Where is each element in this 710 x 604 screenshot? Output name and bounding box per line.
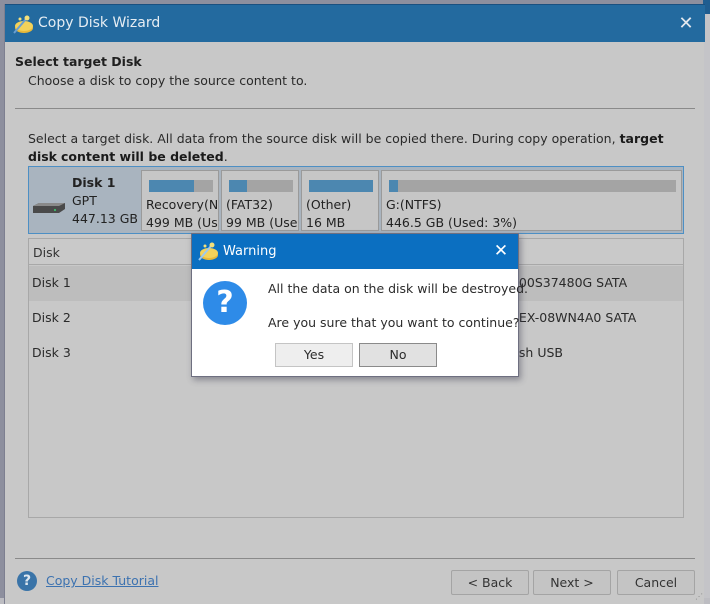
back-button[interactable]: < Back [451, 570, 529, 595]
warning-message: All the data on the disk will be destroy… [268, 281, 529, 296]
disk-size: 447.13 GB [72, 211, 138, 226]
background-window-edge [703, 0, 710, 604]
partition-block[interactable]: G:(NTFS) 446.5 GB (Used: 3%) [381, 170, 682, 231]
step-title: Select target Disk [15, 54, 142, 69]
column-header-disk[interactable]: Disk [33, 245, 60, 260]
cell-model: ...EX-08WN4A0 SATA [507, 310, 637, 325]
partition-name: G:(NTFS) [386, 197, 442, 212]
wizard-titlebar[interactable]: Copy Disk Wizard ✕ [5, 4, 705, 42]
no-button[interactable]: No [359, 343, 437, 367]
resize-grip-icon[interactable]: ⋰ [695, 592, 705, 602]
partition-name: (Other) [306, 197, 352, 212]
partition-usage-bar [389, 180, 676, 192]
copy-disk-tutorial-link[interactable]: Copy Disk Tutorial [46, 573, 158, 588]
divider [15, 108, 695, 109]
partition-detail: 16 MB [306, 215, 346, 230]
partition-usage-fill [229, 180, 247, 192]
cell-disk: Disk 3 [32, 345, 71, 360]
partition-block[interactable]: Recovery(NTFS) 499 MB (Used) [141, 170, 219, 231]
partition-usage-fill [309, 180, 373, 192]
partition-usage-fill [389, 180, 398, 192]
confirmation-question: Are you sure that you want to continue? [268, 315, 520, 330]
help-icon[interactable]: ? [17, 571, 37, 591]
question-icon: ? [203, 281, 247, 325]
instruction-plain: Select a target disk. All data from the … [28, 131, 620, 146]
cell-disk: Disk 1 [32, 275, 71, 290]
instruction-text: Select a target disk. All data from the … [28, 130, 688, 166]
close-icon[interactable]: ✕ [490, 240, 512, 262]
instruction-tail: . [223, 149, 228, 164]
hard-drive-icon [33, 203, 65, 213]
warning-dialog: Warning ✕ ? All the data on the disk wil… [191, 233, 528, 377]
partition-block[interactable]: (Other) 16 MB [301, 170, 379, 231]
disk-map[interactable]: Disk 1 GPT 447.13 GB Recovery(NTFS) 499 … [28, 166, 684, 234]
dialog-titlebar[interactable]: Warning ✕ [192, 234, 518, 269]
partition-name: Recovery(NTFS) [146, 197, 219, 212]
close-icon[interactable]: ✕ [675, 13, 697, 35]
cell-disk: Disk 2 [32, 310, 71, 325]
partition-usage-fill [149, 180, 195, 192]
disk-name: Disk 1 [72, 175, 116, 190]
partition-detail: 446.5 GB (Used: 3%) [386, 215, 518, 230]
partition-detail: 499 MB (Used) [146, 215, 218, 230]
partition-usage-bar [309, 180, 373, 192]
partition-usage-bar [149, 180, 213, 192]
dialog-title: Warning [223, 244, 277, 259]
partition-usage-bar [229, 180, 293, 192]
window-title: Copy Disk Wizard [38, 15, 161, 31]
next-button[interactable]: Next > [533, 570, 611, 595]
divider [15, 558, 695, 559]
partition-block[interactable]: (FAT32) 99 MB (Used) [221, 170, 299, 231]
step-subtitle: Choose a disk to copy the source content… [28, 73, 308, 88]
partition-name: (FAT32) [226, 197, 273, 212]
instruction-bold-content-deleted: content will be deleted [60, 149, 224, 164]
yes-button[interactable]: Yes [275, 343, 353, 367]
disk-info[interactable]: Disk 1 GPT 447.13 GB [29, 167, 138, 233]
partition-detail: 99 MB (Used) [226, 215, 298, 230]
cancel-button[interactable]: Cancel [617, 570, 695, 595]
app-logo-icon [13, 15, 33, 34]
app-logo-icon [198, 242, 218, 261]
disk-type: GPT [72, 193, 97, 208]
